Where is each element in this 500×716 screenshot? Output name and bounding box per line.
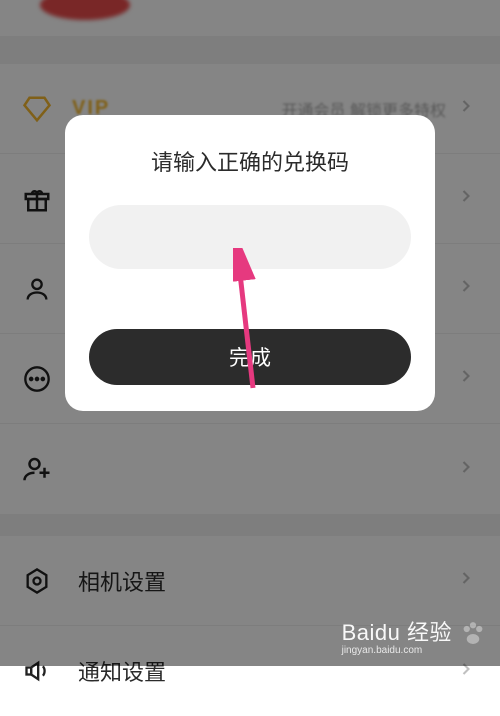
dialog-title: 请输入正确的兑换码 bbox=[151, 145, 349, 177]
watermark: Baidu 经验 jingyan.baidu.com bbox=[342, 615, 488, 656]
confirm-button-label: 完成 bbox=[229, 342, 271, 372]
confirm-button[interactable]: 完成 bbox=[89, 329, 411, 385]
paw-icon bbox=[458, 619, 488, 652]
watermark-brand: Baidu 经验 bbox=[342, 615, 452, 647]
redeem-code-dialog: 请输入正确的兑换码 完成 bbox=[65, 115, 435, 411]
redeem-code-input[interactable] bbox=[89, 205, 411, 269]
modal-overlay[interactable]: 请输入正确的兑换码 完成 bbox=[0, 0, 500, 666]
